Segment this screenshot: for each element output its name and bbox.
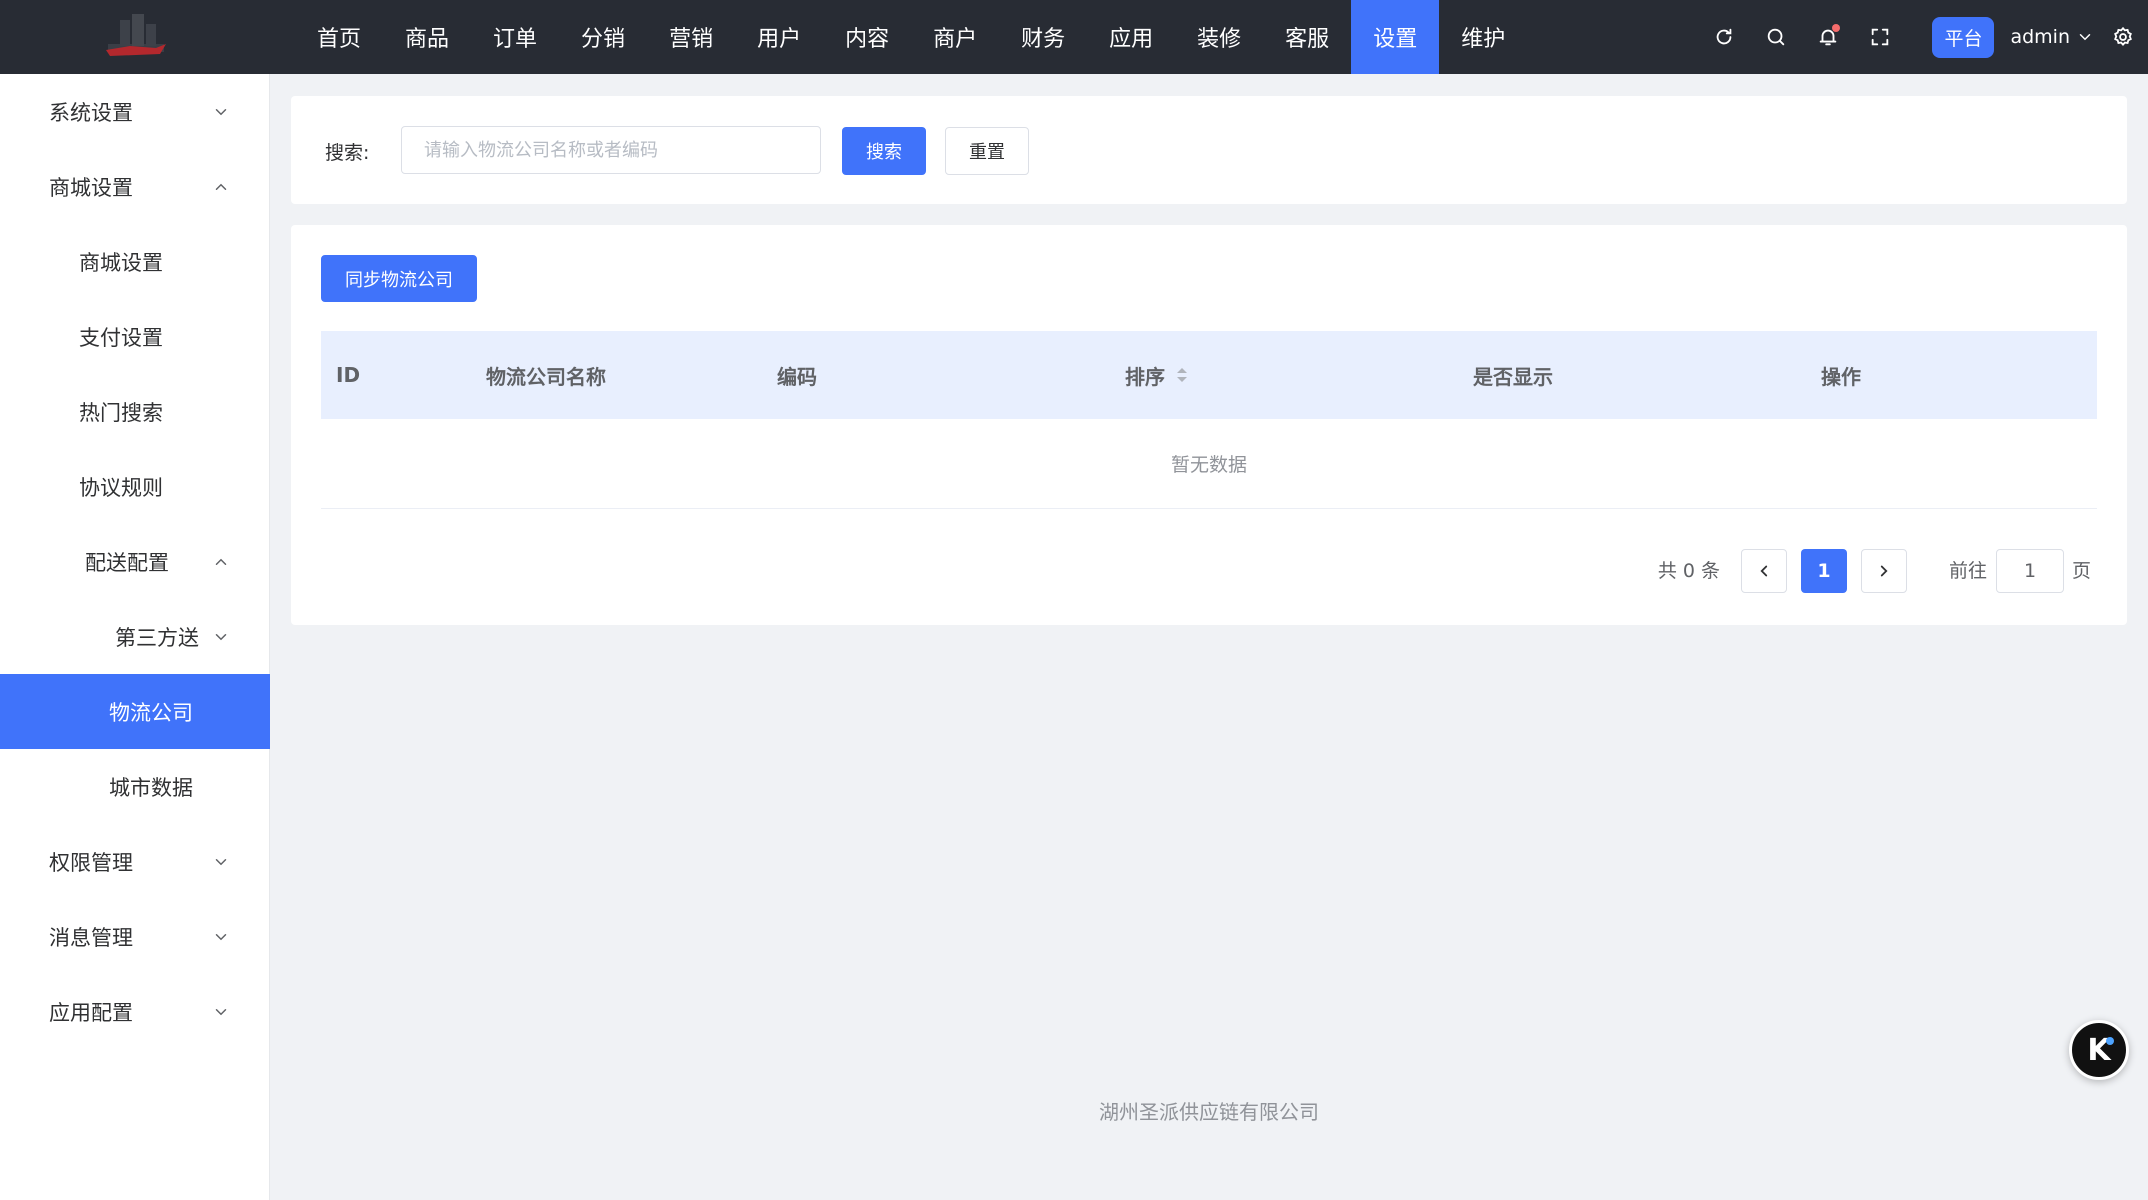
column-header-id: ID (336, 363, 361, 387)
sidebar-item-label: 城市数据 (109, 775, 193, 800)
platform-badge[interactable]: 平台 (1932, 16, 1995, 58)
sidebar-item-message-management[interactable]: 消息管理 (0, 899, 270, 974)
logo[interactable] (100, 10, 172, 62)
sidebar-item-label: 商城设置 (49, 175, 133, 200)
page-suffix: 页 (2072, 560, 2092, 582)
chevron-down-icon (215, 858, 227, 865)
topnav-marketing[interactable]: 营销 (647, 0, 735, 74)
table-header: ID 物流公司名称 编码 排序 是否显示 操作 (321, 331, 2097, 419)
sidebar-item-label: 支付设置 (79, 325, 163, 350)
sidebar-item-system-settings[interactable]: 系统设置 (0, 74, 270, 149)
topnav-home[interactable]: 首页 (295, 0, 383, 74)
sidebar-item-label: 第三方送 (115, 625, 199, 650)
search-icon[interactable] (1762, 23, 1790, 51)
sidebar: 系统设置 商城设置 商城设置 支付设置 热门搜索 协议规则 配送配置 第三方送 … (0, 74, 270, 1200)
floating-assistant-button[interactable]: K (2069, 1020, 2129, 1080)
chevron-down-icon[interactable] (2076, 28, 2094, 46)
topnav-maintenance[interactable]: 维护 (1439, 0, 1527, 74)
column-header-sort-label: 排序 (1125, 364, 1165, 389)
sidebar-item-app-config[interactable]: 应用配置 (0, 974, 270, 1049)
column-header-actions: 操作 (1821, 364, 1861, 389)
column-header-sort[interactable]: 排序 (1125, 331, 1189, 419)
goto-label: 前往 (1949, 560, 1988, 582)
topnav-settings[interactable]: 设置 (1351, 0, 1440, 74)
chevron-up-icon (215, 558, 227, 565)
page-number-current[interactable]: 1 (1801, 549, 1847, 593)
sidebar-item-mall-settings[interactable]: 商城设置 (0, 224, 270, 299)
column-header-company-name: 物流公司名称 (486, 364, 606, 389)
search-input[interactable] (401, 126, 821, 174)
search-button[interactable]: 搜索 (842, 127, 926, 175)
chevron-left-icon (1760, 565, 1768, 577)
topnav-apps[interactable]: 应用 (1087, 0, 1175, 74)
sync-logistics-button[interactable]: 同步物流公司 (321, 255, 477, 302)
chevron-down-icon (215, 1008, 227, 1015)
column-header-code: 编码 (777, 364, 817, 389)
sidebar-item-label: 物流公司 (109, 700, 193, 725)
sidebar-item-label: 系统设置 (49, 100, 133, 125)
sidebar-item-agreement-rules[interactable]: 协议规则 (0, 449, 270, 524)
sidebar-item-permission-management[interactable]: 权限管理 (0, 824, 270, 899)
chevron-down-icon (215, 933, 227, 940)
reset-button[interactable]: 重置 (945, 127, 1029, 175)
footer-company: 湖州圣派供应链有限公司 (1099, 1100, 1319, 1124)
sidebar-item-label: 配送配置 (85, 550, 169, 575)
prev-page-button[interactable] (1741, 549, 1787, 593)
top-navbar: 首页 商品 订单 分销 营销 用户 内容 商户 财务 应用 装修 客服 设置 维… (0, 0, 2148, 74)
assistant-dot (2106, 1037, 2114, 1045)
topnav-orders[interactable]: 订单 (471, 0, 559, 74)
bell-icon[interactable] (1814, 23, 1842, 51)
sidebar-item-city-data[interactable]: 城市数据 (0, 749, 270, 824)
sidebar-item-delivery-config[interactable]: 配送配置 (0, 524, 270, 599)
sidebar-item-mall-settings-group[interactable]: 商城设置 (0, 149, 270, 224)
column-header-is-visible: 是否显示 (1473, 364, 1553, 389)
search-card: 搜索: 搜索 重置 (291, 96, 2127, 204)
sidebar-item-logistics-company[interactable]: 物流公司 (0, 674, 270, 749)
topnav-merchants[interactable]: 商户 (911, 0, 999, 74)
sidebar-item-hot-search[interactable]: 热门搜索 (0, 374, 270, 449)
sidebar-item-label: 消息管理 (49, 925, 133, 950)
chevron-down-icon (215, 633, 227, 640)
search-label: 搜索: (325, 142, 370, 164)
refresh-icon[interactable] (1710, 23, 1738, 51)
topnav-decoration[interactable]: 装修 (1175, 0, 1263, 74)
sidebar-item-payment-settings[interactable]: 支付设置 (0, 299, 270, 374)
sidebar-item-label: 协议规则 (79, 475, 163, 500)
topnav-finance[interactable]: 财务 (999, 0, 1087, 74)
topnav-distribution[interactable]: 分销 (559, 0, 647, 74)
table-empty-row: 暂无数据 (321, 419, 2097, 509)
sidebar-item-label: 权限管理 (49, 850, 133, 875)
goto-page-input[interactable] (1996, 549, 2064, 593)
sidebar-item-label: 商城设置 (79, 250, 163, 275)
chevron-right-icon (1880, 565, 1888, 577)
table-card: 同步物流公司 ID 物流公司名称 编码 排序 是否显示 操作 暂无数据 共 0 … (291, 225, 2127, 625)
pagination-total: 共 0 条 (1657, 560, 1720, 582)
gear-icon[interactable] (2112, 26, 2134, 48)
topnav-products[interactable]: 商品 (383, 0, 471, 74)
next-page-button[interactable] (1861, 549, 1907, 593)
topnav-customer-service[interactable]: 客服 (1263, 0, 1351, 74)
sidebar-item-label: 应用配置 (49, 1000, 133, 1025)
topnav-content[interactable]: 内容 (823, 0, 911, 74)
chevron-down-icon (215, 108, 227, 115)
chevron-up-icon (215, 183, 227, 190)
fullscreen-icon[interactable] (1866, 23, 1894, 51)
topnav-users[interactable]: 用户 (735, 0, 823, 74)
sidebar-item-label: 热门搜索 (79, 400, 163, 425)
top-menu: 首页 商品 订单 分销 营销 用户 内容 商户 财务 应用 装修 客服 设置 维… (295, 0, 1527, 74)
empty-text: 暂无数据 (1170, 454, 1247, 476)
user-name[interactable]: admin (2010, 26, 2070, 48)
sidebar-item-third-party-delivery[interactable]: 第三方送 (0, 599, 270, 674)
sort-icon[interactable] (1175, 365, 1189, 385)
header-tools: 平台 admin (1710, 0, 2148, 74)
